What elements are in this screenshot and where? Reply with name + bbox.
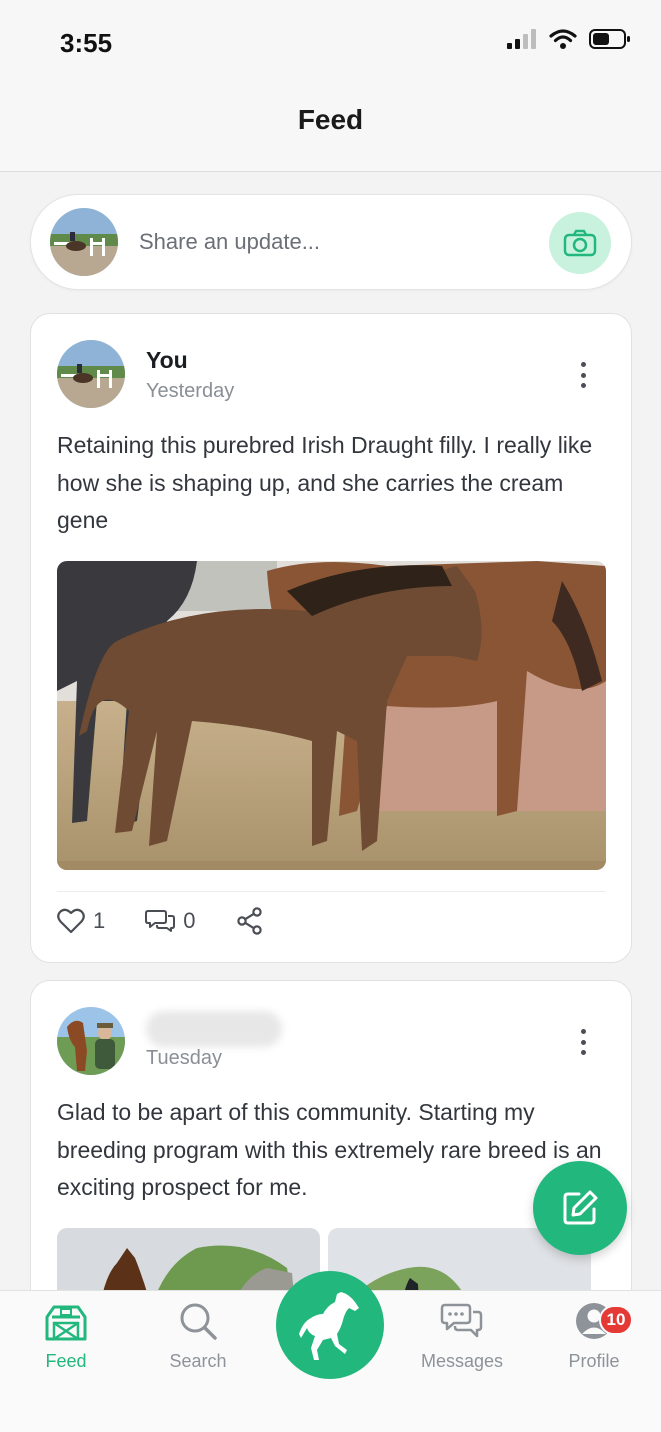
share-icon [236, 907, 262, 935]
status-icons [507, 28, 631, 50]
avatar [50, 208, 118, 276]
horse-icon [299, 1292, 359, 1360]
status-bar: 3:55 [0, 0, 661, 86]
divider [57, 891, 606, 892]
signal-icon [507, 29, 536, 49]
post-card: Tuesday Glad to be apart of this communi… [30, 980, 632, 1328]
share-update-composer[interactable]: Share an update... [30, 194, 632, 290]
comment-count: 0 [183, 908, 196, 933]
post-text: Retaining this purebred Irish Draught fi… [57, 432, 593, 533]
compose-post-button[interactable] [533, 1161, 627, 1255]
tab-feed[interactable]: Feed [11, 1301, 121, 1372]
post-timestamp: Tuesday [146, 1047, 222, 1069]
post-author[interactable]: You [146, 347, 188, 374]
tab-label: Profile [568, 1351, 620, 1371]
tab-profile[interactable]: 10 Profile [539, 1301, 649, 1372]
post-timestamp: Yesterday [146, 380, 235, 402]
page-title: Feed [297, 104, 364, 135]
camera-button[interactable] [549, 212, 611, 274]
composer-placeholder[interactable]: Share an update... [139, 229, 320, 255]
like-button[interactable]: 1 [57, 908, 105, 934]
post-card: You Yesterday Retaining this purebred Ir… [30, 313, 632, 963]
chat-bubbles-icon [440, 1303, 483, 1338]
avatar[interactable] [57, 1007, 125, 1075]
tab-search[interactable]: Search [143, 1301, 253, 1372]
search-icon [180, 1303, 217, 1340]
more-options-icon[interactable] [579, 1029, 587, 1055]
camera-icon [563, 229, 597, 257]
like-count: 1 [93, 908, 106, 933]
post-author[interactable] [146, 1011, 282, 1047]
heart-icon [57, 908, 85, 934]
post-text: Glad to be apart of this community. Star… [57, 1099, 602, 1200]
avatar[interactable] [57, 340, 125, 408]
tab-label: Feed [45, 1351, 87, 1371]
post-actions: 1 0 [57, 904, 304, 938]
wifi-icon [549, 29, 577, 49]
tab-messages[interactable]: Messages [407, 1301, 517, 1372]
tab-label: Search [169, 1351, 227, 1371]
post-photo[interactable] [57, 561, 606, 870]
comment-icon [145, 910, 176, 932]
battery-icon [589, 29, 630, 49]
horse-action-button[interactable] [276, 1271, 384, 1379]
comment-button[interactable]: 0 [145, 908, 196, 934]
notification-badge: 10 [599, 1305, 633, 1335]
share-button[interactable] [236, 907, 264, 935]
status-time: 3:55 [60, 28, 113, 58]
barn-icon [45, 1305, 87, 1341]
nav-header: Feed [0, 86, 661, 172]
edit-icon [563, 1190, 598, 1225]
more-options-icon[interactable] [579, 362, 587, 388]
tab-label: Messages [420, 1351, 504, 1371]
